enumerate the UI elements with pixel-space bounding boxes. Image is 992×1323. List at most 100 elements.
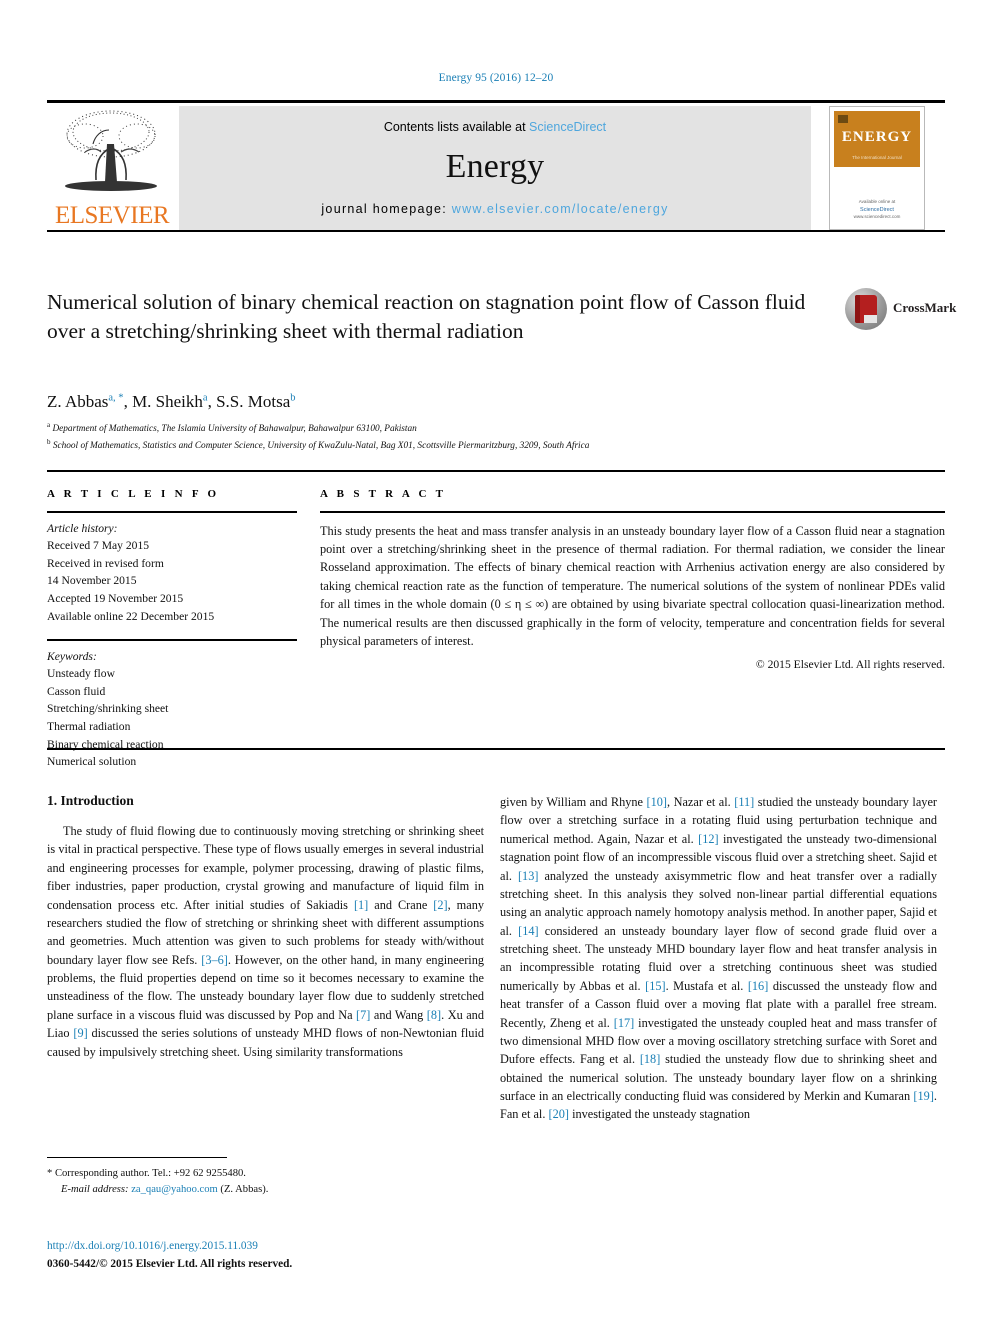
article-info-heading: A R T I C L E I N F O [47,488,220,500]
article-info-column: A R T I C L E I N F O Article history: R… [47,488,297,771]
keyword-item: Unsteady flow [47,667,115,681]
citation-link[interactable]: [1] [354,898,368,912]
footer-doi-block: http://dx.doi.org/10.1016/j.energy.2015.… [47,1238,547,1273]
history-item: Accepted 19 November 2015 [47,591,184,605]
cover-footer-url: www.sciencedirect.com [853,214,901,220]
info-panel-top-rule [47,470,945,472]
keywords-rule [47,639,297,641]
citation-link[interactable]: [9] [73,1026,87,1040]
citation-link[interactable]: [7] [356,1008,370,1022]
affiliation-list: a Department of Mathematics, The Islamia… [47,420,927,454]
cover-footer-brand: ScienceDirect [860,207,894,213]
keywords-label: Keywords: [47,649,97,663]
history-item: 14 November 2015 [47,574,137,588]
affiliation-item: b School of Mathematics, Statistics and … [47,437,927,454]
citation-link[interactable]: [2] [433,898,447,912]
citation-link[interactable]: [13] [518,869,539,883]
citation-link[interactable]: [8] [427,1008,441,1022]
article-history-label: Article history: [47,521,118,535]
cover-footer: Available online at ScienceDirect www.sc… [834,199,920,221]
issn-copyright-line: 0360-5442/© 2015 Elsevier Ltd. All right… [47,1257,293,1270]
doi-link[interactable]: http://dx.doi.org/10.1016/j.energy.2015.… [47,1238,547,1256]
history-item: Received in revised form [47,556,164,570]
running-head: Energy 95 (2016) 12–20 [438,72,554,84]
homepage-prefix: journal homepage: [321,202,452,216]
info-panel-bottom-rule [47,748,945,750]
section-heading-introduction: 1. Introduction [47,793,134,808]
citation-link[interactable]: [10] [647,795,668,809]
author-name: Z. Abbas [47,392,109,411]
author-name: S.S. Motsa [216,392,291,411]
elsevier-tree-icon [55,108,167,200]
abstract-rule [320,511,945,513]
keyword-item: Binary chemical reaction [47,737,164,751]
email-owner: (Z. Abbas). [220,1183,269,1195]
cover-title: ENERGY [841,129,913,145]
elsevier-logo: ELSEVIER [47,106,177,230]
email-link[interactable]: za_qau@yahoo.com [131,1184,218,1195]
article-info-rule [47,511,297,513]
cover-subtitle: The International Journal [852,155,902,160]
author-mark: a, * [108,392,124,404]
journal-masthead: ELSEVIER Contents lists available at Sci… [47,100,945,232]
affiliation-item: a Department of Mathematics, The Islamia… [47,420,927,437]
author-mark: b [290,392,296,404]
crossmark-icon [845,288,887,330]
abstract-text: This study presents the heat and mass tr… [320,523,945,649]
journal-homepage-link[interactable]: www.elsevier.com/locate/energy [452,202,669,216]
abstract-copyright: © 2015 Elsevier Ltd. All rights reserved… [755,657,945,671]
crossmark-label: CrossMark [893,300,957,315]
affiliation-text: School of Mathematics, Statistics and Co… [52,441,590,452]
citation-link[interactable]: [15] [645,979,666,993]
citation-link[interactable]: [20] [549,1107,570,1121]
cover-footer-avail: Available online at [858,199,896,205]
keyword-item: Numerical solution [47,755,137,769]
contents-prefix: Contents lists available at [383,120,530,134]
citation-link[interactable]: [3–6] [201,953,228,967]
paragraph: given by William and Rhyne [10], Nazar e… [500,795,938,1122]
history-item: Received 7 May 2015 [47,539,150,553]
email-label: E-mail address: [61,1183,129,1195]
introduction-left-column: The study of fluid flowing due to contin… [47,822,484,1061]
crossmark-book-icon [855,295,877,323]
author-name: M. Sheikh [132,392,203,411]
sciencedirect-link[interactable]: ScienceDirect [529,120,606,134]
cover-mark [838,115,848,123]
journal-homepage-line: journal homepage: www.elsevier.com/locat… [179,202,811,216]
masthead-top-rule [47,100,945,103]
email-note: E-mail address: za_qau@yahoo.com (Z. Abb… [47,1182,484,1198]
citation-link[interactable]: [16] [748,979,769,993]
affiliation-mark: a [47,421,51,429]
citation-link[interactable]: [18] [640,1052,661,1066]
corresponding-author-note: * Corresponding author. Tel.: +92 62 925… [47,1168,246,1179]
paper-page: Energy 95 (2016) 12–20 ELSEVIER Contents… [0,0,992,1323]
contents-available-line: Contents lists available at ScienceDirec… [179,120,811,134]
citation-link[interactable]: [11] [734,795,754,809]
citation-link[interactable]: [14] [518,924,539,938]
author-list: Z. Abbasa, *, M. Sheikha, S.S. Motsab [47,392,296,411]
citation-link[interactable]: [17] [614,1016,635,1030]
affiliation-text: Department of Mathematics, The Islamia U… [52,424,417,435]
author-mark: a [202,392,208,404]
masthead-bottom-rule [47,230,945,232]
elsevier-wordmark: ELSEVIER [54,202,170,229]
keyword-item: Casson fluid [47,684,106,698]
abstract-column: A B S T R A C T This study presents the … [320,488,945,671]
citation-link[interactable]: [12] [698,832,719,846]
citation-link[interactable]: [19] [913,1089,934,1103]
history-item: Available online 22 December 2015 [47,609,215,623]
footnote-rule [47,1157,227,1158]
masthead-panel: Contents lists available at ScienceDirec… [179,106,811,230]
affiliation-mark: b [47,438,51,447]
keyword-item: Thermal radiation [47,720,131,734]
crossmark-badge[interactable]: CrossMark [845,288,956,334]
article-history: Article history: Received 7 May 2015 Rec… [47,520,297,626]
page-title: Numerical solution of binary chemical re… [47,290,806,343]
keywords-block: Keywords: Unsteady flow Casson fluid Str… [47,648,297,771]
journal-title: Energy [445,148,545,185]
footnote-block: * Corresponding author. Tel.: +92 62 925… [47,1166,484,1198]
keyword-item: Stretching/shrinking sheet [47,702,169,716]
introduction-right-column: given by William and Rhyne [10], Nazar e… [500,793,937,1124]
journal-cover-thumbnail[interactable]: ENERGY The International Journal Availab… [829,106,925,230]
paragraph: The study of fluid flowing due to contin… [47,824,485,1059]
